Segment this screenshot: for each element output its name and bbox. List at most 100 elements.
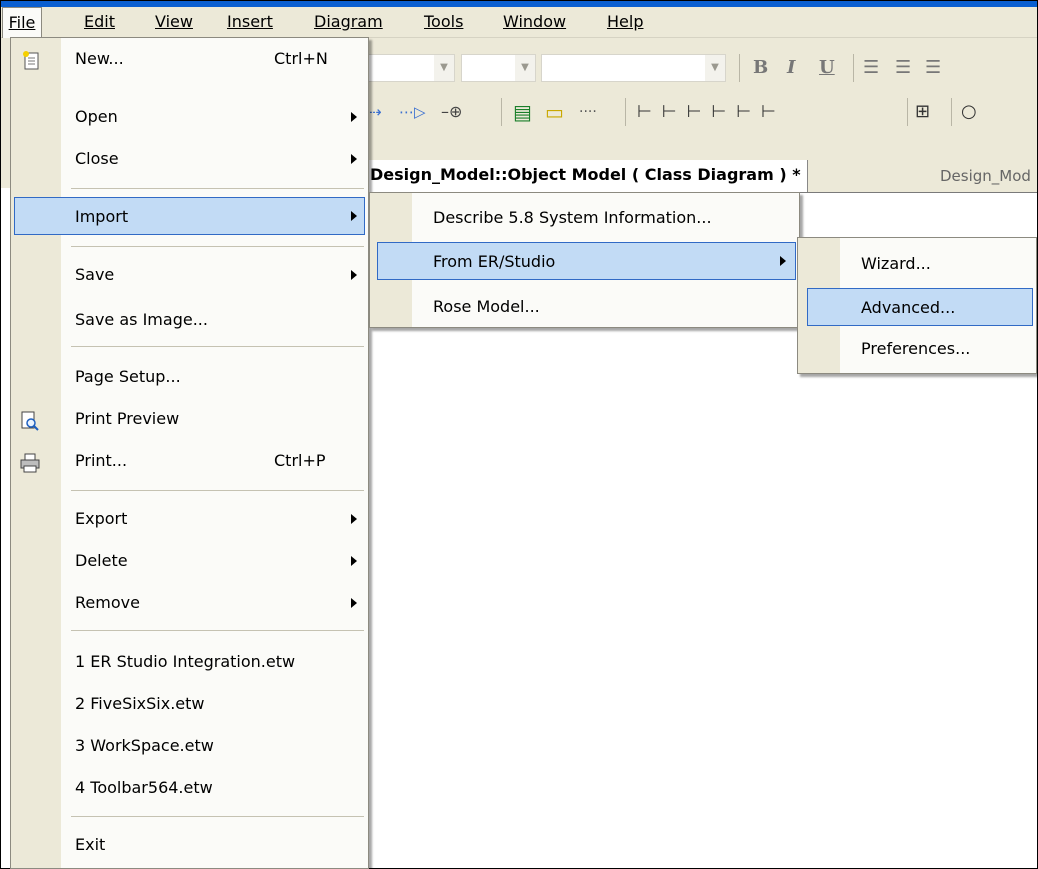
submenu-arrow-icon xyxy=(351,112,357,122)
menu-item-new[interactable]: New... Ctrl+N xyxy=(11,40,368,78)
menu-item-label: Save as Image... xyxy=(75,310,208,329)
menu-item-label: Page Setup... xyxy=(75,367,181,386)
menu-item-label: Save xyxy=(75,265,115,284)
menu-item-label: Describe 5.8 System Information... xyxy=(433,208,712,227)
menu-separator xyxy=(71,630,364,631)
menu-tools-label: Tools xyxy=(424,12,464,31)
menu-file-label: File xyxy=(8,13,36,32)
menu-item-wizard[interactable]: Wizard... xyxy=(798,245,1036,283)
menu-bar: File Edit View Insert Diagram Tools Wind… xyxy=(1,7,1037,38)
menu-item-label: Delete xyxy=(75,551,128,570)
menu-insert[interactable]: Insert xyxy=(227,7,273,37)
menu-item-from-erstudio[interactable]: From ER/Studio xyxy=(377,242,796,280)
menu-item-exit[interactable]: Exit xyxy=(11,826,368,864)
class-shape-icon[interactable]: ▤ xyxy=(513,98,532,126)
menu-item-remove[interactable]: Remove xyxy=(11,584,368,622)
menu-item-rose-model[interactable]: Rose Model... xyxy=(370,288,799,326)
submenu-arrow-icon xyxy=(351,598,357,608)
menu-item-recent-4[interactable]: 4 Toolbar564.etw xyxy=(11,769,368,807)
menu-separator xyxy=(71,816,364,817)
toolbar-separator xyxy=(625,98,626,126)
interface-link-icon[interactable]: –⊕ xyxy=(441,98,462,126)
toolbar-separator xyxy=(853,54,854,82)
underline-icon[interactable]: U xyxy=(819,54,835,82)
menu-edit[interactable]: Edit xyxy=(84,7,115,37)
tab-next-diagram[interactable]: Design_Mod xyxy=(930,160,1031,192)
note-link-icon[interactable]: ···· xyxy=(579,98,597,126)
file-menu: New... Ctrl+N Open Close Import Save Sav… xyxy=(10,37,369,869)
menu-insert-label: Insert xyxy=(227,12,273,31)
ellipse-icon[interactable]: ○ xyxy=(961,98,977,126)
menu-item-import[interactable]: Import xyxy=(14,197,365,235)
font-name-combo[interactable]: ▼ xyxy=(365,54,455,82)
menu-item-save-as-image[interactable]: Save as Image... xyxy=(11,301,368,339)
tab-active-diagram[interactable]: Design_Model::Object Model ( Class Diagr… xyxy=(368,160,808,192)
menu-item-label: Open xyxy=(75,107,118,126)
menu-separator xyxy=(71,246,364,247)
menu-item-preferences[interactable]: Preferences... xyxy=(798,330,1036,368)
menu-view[interactable]: View xyxy=(155,7,193,37)
style-combo[interactable]: ▼ xyxy=(541,54,726,82)
chevron-down-icon: ▼ xyxy=(515,55,535,81)
indent-icon[interactable]: ☰ xyxy=(925,54,941,82)
menu-item-recent-3[interactable]: 3 WorkSpace.etw xyxy=(11,727,368,765)
menu-separator xyxy=(71,346,364,347)
association-tools-icon[interactable]: ⊢⊢⊢⊢⊢⊢ xyxy=(637,98,786,126)
realization-icon[interactable]: ⋯▷ xyxy=(399,98,426,126)
menu-item-page-setup[interactable]: Page Setup... xyxy=(11,358,368,396)
menu-separator xyxy=(71,188,364,189)
menu-window-label: Window xyxy=(503,12,567,31)
menu-item-label: Rose Model... xyxy=(433,297,540,316)
font-size-combo[interactable]: ▼ xyxy=(461,54,536,82)
numbered-list-icon[interactable]: ☰ xyxy=(863,54,879,82)
menu-item-label: 2 FiveSixSix.etw xyxy=(75,694,205,713)
menu-item-label: Advanced... xyxy=(861,298,956,317)
menu-item-label: Exit xyxy=(75,835,106,854)
menu-help[interactable]: Help xyxy=(607,7,643,37)
menu-item-label: Export xyxy=(75,509,128,528)
submenu-arrow-icon xyxy=(351,556,357,566)
menu-item-shortcut: Ctrl+N xyxy=(274,49,328,68)
printer-icon xyxy=(19,450,41,473)
menu-item-print[interactable]: Print... Ctrl+P xyxy=(11,442,368,480)
new-document-icon xyxy=(21,48,43,70)
toolbar-separator xyxy=(951,98,952,126)
erstudio-submenu: Wizard... Advanced... Preferences... xyxy=(797,237,1037,374)
menu-item-open[interactable]: Open xyxy=(11,98,368,136)
menu-item-describe-system-info[interactable]: Describe 5.8 System Information... xyxy=(370,199,799,237)
menu-item-save[interactable]: Save xyxy=(11,256,368,294)
bullet-list-icon[interactable]: ☰ xyxy=(895,54,911,82)
menu-item-label: Print Preview xyxy=(75,409,180,428)
menu-item-label: Preferences... xyxy=(861,339,971,358)
menu-item-label: Print... xyxy=(75,451,128,470)
menu-item-delete[interactable]: Delete xyxy=(11,542,368,580)
toolbar-separator xyxy=(739,54,740,82)
bold-icon[interactable]: B xyxy=(753,54,768,82)
menu-file[interactable]: File xyxy=(2,7,42,38)
submenu-arrow-icon xyxy=(351,514,357,524)
menu-item-close[interactable]: Close xyxy=(11,140,368,178)
tab-active-label: Design_Model::Object Model ( Class Diagr… xyxy=(370,165,801,184)
menu-diagram[interactable]: Diagram xyxy=(314,7,383,37)
dependency-icon[interactable]: ⇢ xyxy=(369,98,382,126)
menu-item-label: From ER/Studio xyxy=(433,252,556,271)
menu-item-label: 4 Toolbar564.etw xyxy=(75,778,213,797)
menu-diagram-label: Diagram xyxy=(314,12,383,31)
menu-item-shortcut: Ctrl+P xyxy=(274,451,326,470)
menu-item-label: Wizard... xyxy=(861,254,931,273)
submenu-arrow-icon xyxy=(351,154,357,164)
menu-item-label: 1 ER Studio Integration.etw xyxy=(75,652,296,671)
submenu-arrow-icon xyxy=(351,270,357,280)
menu-item-print-preview[interactable]: Print Preview xyxy=(11,400,368,438)
menu-item-recent-2[interactable]: 2 FiveSixSix.etw xyxy=(11,685,368,723)
menu-tools[interactable]: Tools xyxy=(424,7,463,37)
menu-item-advanced[interactable]: Advanced... xyxy=(807,288,1033,326)
menu-item-label: Close xyxy=(75,149,119,168)
layout-icon[interactable]: ⊞ xyxy=(915,98,930,126)
menu-window[interactable]: Window xyxy=(503,7,566,37)
menu-item-export[interactable]: Export xyxy=(11,500,368,538)
note-shape-icon[interactable]: ▭ xyxy=(545,98,564,126)
menu-item-recent-1[interactable]: 1 ER Studio Integration.etw xyxy=(11,643,368,681)
menu-help-label: Help xyxy=(607,12,644,31)
italic-icon[interactable]: I xyxy=(787,54,795,82)
